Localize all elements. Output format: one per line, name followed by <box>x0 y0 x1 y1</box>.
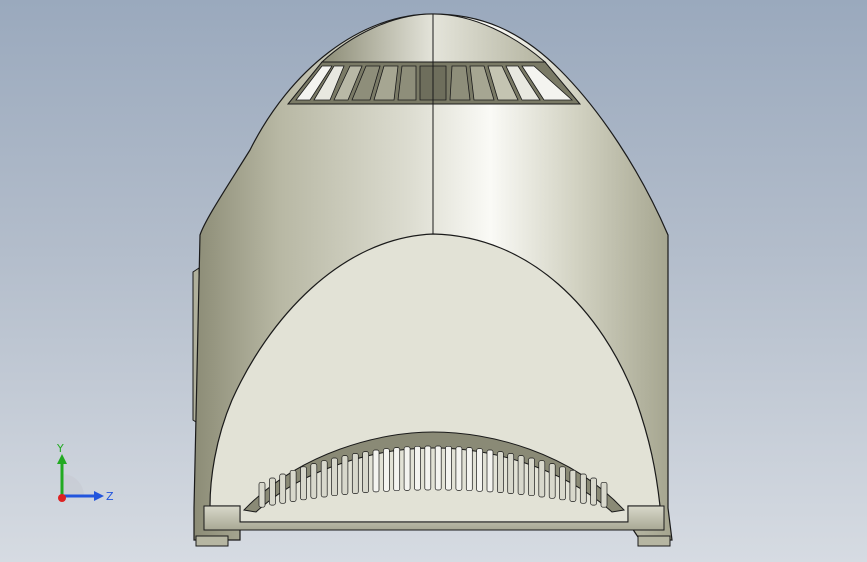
vent-slot <box>372 449 380 493</box>
cad-viewport[interactable]: Y Z <box>0 0 867 562</box>
vent-slot <box>517 455 525 495</box>
vent-slot <box>403 446 411 491</box>
y-axis-label: Y <box>56 442 64 455</box>
vent-slot <box>383 448 390 492</box>
vent-slot <box>486 449 494 493</box>
vent-slot <box>559 466 566 501</box>
3d-model-view[interactable] <box>0 0 867 562</box>
vent-slot <box>434 445 442 491</box>
left-foot <box>195 535 229 547</box>
vent-slot <box>320 460 328 498</box>
vent-slot <box>455 446 463 491</box>
vent-slot <box>590 477 597 506</box>
vent-slot <box>269 477 276 506</box>
triad-plane-shadow <box>62 474 84 496</box>
vent-slot <box>548 463 556 499</box>
vent-slot <box>445 445 452 491</box>
y-axis-arrow <box>57 454 67 464</box>
vent-slot <box>579 473 587 504</box>
axis-triad: Y Z <box>56 442 114 503</box>
vent-slot <box>362 451 369 493</box>
right-foot <box>637 535 671 547</box>
vent-slot <box>414 445 421 491</box>
vent-slot <box>476 448 483 492</box>
vent-slot <box>289 469 297 502</box>
vent-slot <box>341 455 349 495</box>
vent-slot <box>465 447 473 492</box>
vent-slot <box>279 473 287 504</box>
vent-slot <box>528 457 535 497</box>
vent-slot <box>331 457 338 497</box>
vent-slot <box>424 445 432 491</box>
z-axis-arrow <box>94 491 104 501</box>
vent-slot <box>310 463 318 499</box>
vent-slot <box>507 453 515 494</box>
vent-slot <box>497 451 504 493</box>
vent-slot <box>258 481 266 508</box>
vent-slot <box>351 453 359 494</box>
vent-slot <box>300 466 307 501</box>
vent-slot <box>569 469 577 502</box>
x-axis-dot <box>58 494 66 502</box>
vent-slot <box>538 460 546 498</box>
vent-slot <box>393 447 401 492</box>
vent-slot <box>600 481 608 508</box>
z-axis-label: Z <box>106 490 114 503</box>
